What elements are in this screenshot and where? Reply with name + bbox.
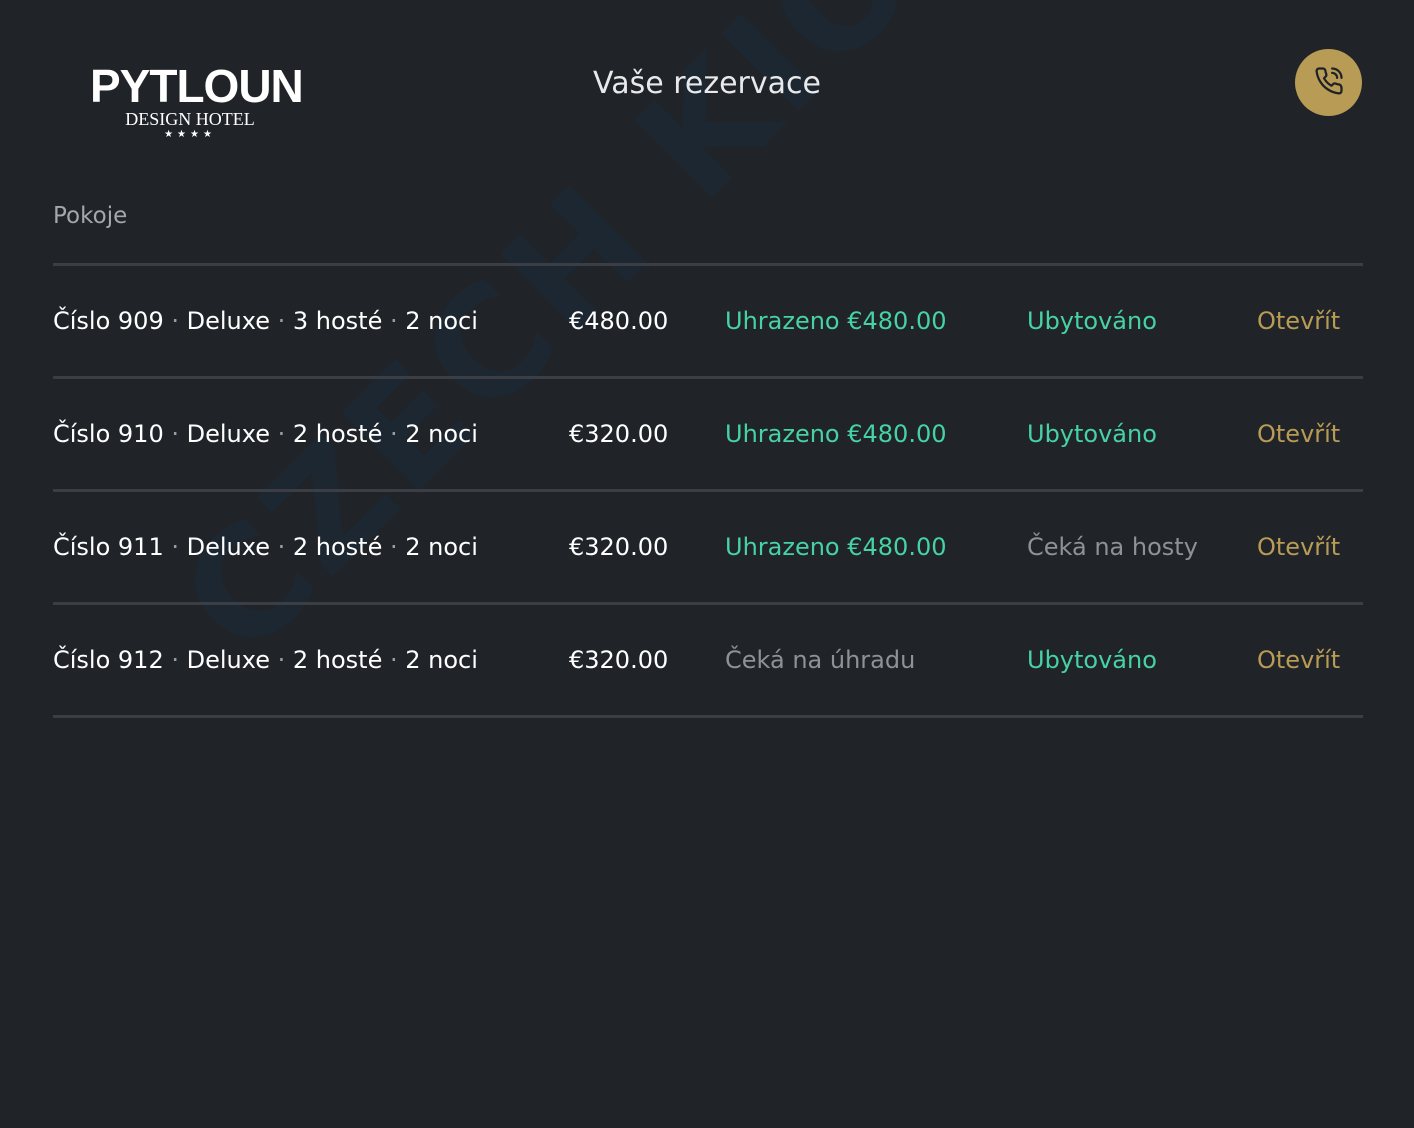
room-list: Číslo 909 · Deluxe · 3 hosté · 2 noci €4…: [53, 263, 1363, 718]
room-nights: 2 noci: [405, 533, 478, 561]
divider: [53, 715, 1363, 718]
room-price: €480.00: [569, 307, 669, 335]
room-nights: 2 noci: [405, 420, 478, 448]
stay-status: Ubytováno: [1027, 646, 1157, 674]
open-room-link[interactable]: Otevřít: [1257, 379, 1340, 489]
open-room-link[interactable]: Otevřít: [1257, 266, 1340, 376]
room-description: Číslo 910 · Deluxe · 2 hosté · 2 noci: [53, 420, 478, 448]
room-row: Číslo 911 · Deluxe · 2 hosté · 2 noci €3…: [53, 492, 1363, 602]
room-row: Číslo 910 · Deluxe · 2 hosté · 2 noci €3…: [53, 379, 1363, 489]
room-price: €320.00: [569, 646, 669, 674]
room-number: Číslo 911: [53, 533, 164, 561]
logo-stars: ★★★★: [164, 129, 216, 140]
room-price: €320.00: [569, 420, 669, 448]
room-number: Číslo 912: [53, 646, 164, 674]
room-guests: 2 hosté: [292, 533, 383, 561]
room-price: €320.00: [569, 533, 669, 561]
room-nights: 2 noci: [405, 307, 478, 335]
room-type: Deluxe: [186, 307, 270, 335]
room-description: Číslo 912 · Deluxe · 2 hosté · 2 noci: [53, 646, 478, 674]
stay-status: Ubytováno: [1027, 307, 1157, 335]
room-description: Číslo 909 · Deluxe · 3 hosté · 2 noci: [53, 307, 478, 335]
stay-status: Čeká na hosty: [1027, 533, 1198, 561]
phone-icon: [1314, 66, 1344, 100]
room-row: Číslo 912 · Deluxe · 2 hosté · 2 noci €3…: [53, 605, 1363, 715]
payment-status: Uhrazeno €480.00: [725, 420, 947, 448]
room-description: Číslo 911 · Deluxe · 2 hosté · 2 noci: [53, 533, 478, 561]
room-number: Číslo 910: [53, 420, 164, 448]
room-number: Číslo 909: [53, 307, 164, 335]
room-type: Deluxe: [186, 646, 270, 674]
reservation-page: CZECH KIOSK PYTLOUN DESIGN HOTEL ★★★★ Va…: [0, 0, 1414, 1128]
room-guests: 2 hosté: [292, 420, 383, 448]
call-button[interactable]: [1295, 49, 1362, 116]
payment-status: Uhrazeno €480.00: [725, 533, 947, 561]
section-label-rooms: Pokoje: [53, 203, 128, 229]
payment-status: Uhrazeno €480.00: [725, 307, 947, 335]
open-room-link[interactable]: Otevřít: [1257, 605, 1340, 715]
open-room-link[interactable]: Otevřít: [1257, 492, 1340, 602]
room-guests: 3 hosté: [292, 307, 383, 335]
room-row: Číslo 909 · Deluxe · 3 hosté · 2 noci €4…: [53, 266, 1363, 376]
payment-status: Čeká na úhradu: [725, 646, 916, 674]
room-type: Deluxe: [186, 420, 270, 448]
logo-subtitle: DESIGN HOTEL: [125, 109, 255, 129]
stay-status: Ubytováno: [1027, 420, 1157, 448]
page-title: Vaše rezervace: [593, 66, 821, 101]
room-guests: 2 hosté: [292, 646, 383, 674]
room-nights: 2 noci: [405, 646, 478, 674]
room-type: Deluxe: [186, 533, 270, 561]
